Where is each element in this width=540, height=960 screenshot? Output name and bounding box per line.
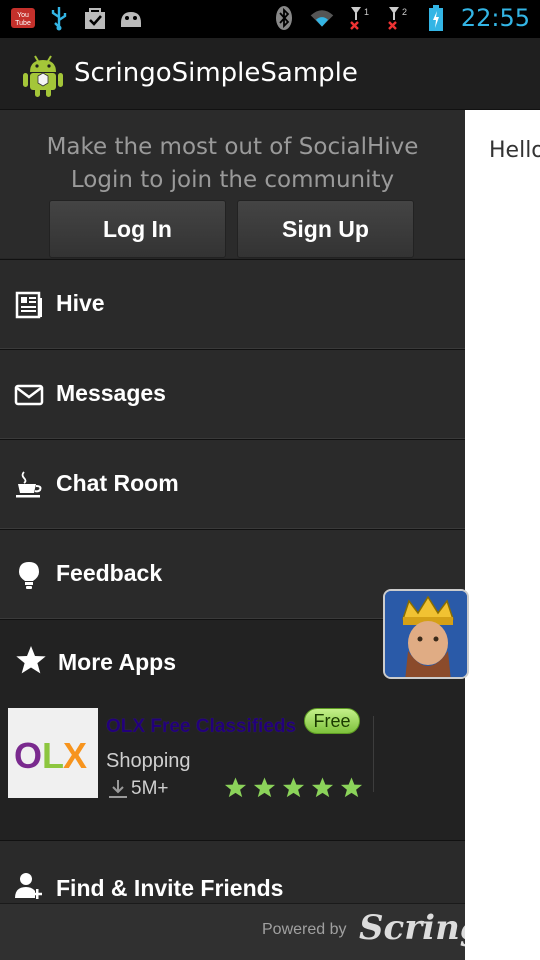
menu-item-hive[interactable]: Hive bbox=[0, 259, 465, 349]
usb-icon bbox=[46, 5, 72, 31]
svg-text:X: X bbox=[63, 735, 87, 776]
wifi-icon bbox=[309, 5, 335, 31]
login-prompt: Make the most out of SocialHive Login to… bbox=[0, 110, 465, 258]
menu-item-find-invite-friends[interactable]: Find & Invite Friends bbox=[0, 840, 465, 910]
rating-star-icon bbox=[224, 777, 247, 798]
powered-by-footer: Powered by Scringo bbox=[0, 903, 465, 960]
hello-text: Hello bbox=[489, 138, 540, 163]
main-content: Hello bbox=[465, 110, 540, 960]
rating-star-icon bbox=[253, 777, 276, 798]
battery-icon bbox=[423, 5, 449, 31]
shopping-bag-icon bbox=[82, 5, 108, 31]
more-apps-title: More Apps bbox=[58, 649, 176, 675]
app-category: Shopping bbox=[106, 750, 191, 772]
rating-star-icon bbox=[282, 777, 305, 798]
menu-label-chat-room: Chat Room bbox=[56, 470, 179, 496]
app-card-olx[interactable]: O L X OLX Free Classifieds Free Shopping… bbox=[8, 698, 373, 799]
menu-item-chat-room[interactable]: Chat Room bbox=[0, 439, 465, 529]
svg-text:You: You bbox=[17, 12, 29, 19]
powered-by-text: Powered by bbox=[262, 921, 347, 938]
system-icons: 1 2 22:55 bbox=[271, 4, 530, 32]
download-icon bbox=[108, 778, 128, 800]
menu-item-messages[interactable]: Messages bbox=[0, 349, 465, 439]
app-name: OLX Free Classifieds bbox=[106, 716, 297, 737]
olx-logo: O L X bbox=[8, 708, 98, 798]
svg-text:Tube: Tube bbox=[15, 20, 31, 27]
free-badge: Free bbox=[304, 708, 360, 734]
app-title: ScringoSimpleSample bbox=[74, 58, 358, 88]
download-count: 5M+ bbox=[131, 778, 169, 799]
menu-label-feedback: Feedback bbox=[56, 560, 163, 586]
svg-text:1: 1 bbox=[364, 7, 369, 17]
svg-text:L: L bbox=[42, 735, 64, 776]
login-prompt-line1: Make the most out of SocialHive bbox=[46, 134, 419, 160]
login-prompt-line2: Login to join the community bbox=[70, 167, 395, 193]
newspaper-icon bbox=[14, 290, 46, 322]
svg-text:2: 2 bbox=[402, 7, 407, 17]
rating-star-icon bbox=[340, 777, 363, 798]
lightbulb-icon bbox=[14, 560, 46, 592]
signal-1-icon: 1 bbox=[347, 5, 373, 31]
coffee-cup-icon bbox=[14, 470, 46, 502]
signal-2-icon: 2 bbox=[385, 5, 411, 31]
status-bar: You Tube 1 2 22:55 bbox=[0, 0, 540, 38]
android-debug-icon bbox=[118, 5, 144, 31]
log-in-button[interactable]: Log In bbox=[49, 200, 226, 258]
bluetooth-icon bbox=[271, 5, 297, 31]
scringo-logo[interactable]: Scringo bbox=[359, 908, 465, 948]
app-thumbnail-game[interactable] bbox=[383, 589, 469, 679]
navigation-drawer: Make the most out of SocialHive Login to… bbox=[0, 110, 465, 960]
envelope-icon bbox=[14, 380, 46, 412]
action-bar: ScringoSimpleSample bbox=[0, 38, 540, 110]
clock: 22:55 bbox=[460, 4, 530, 32]
sign-up-button[interactable]: Sign Up bbox=[237, 200, 414, 258]
menu-label-hive: Hive bbox=[56, 290, 105, 316]
app-divider bbox=[373, 716, 374, 792]
rating-stars bbox=[224, 776, 363, 799]
rating-star-icon bbox=[311, 777, 334, 798]
youtube-icon: You Tube bbox=[10, 5, 36, 31]
star-icon bbox=[15, 644, 47, 676]
android-app-icon[interactable] bbox=[22, 52, 64, 98]
notification-icons: You Tube bbox=[10, 5, 144, 31]
add-person-icon bbox=[14, 871, 46, 903]
find-friends-label: Find & Invite Friends bbox=[56, 875, 284, 901]
svg-text:O: O bbox=[14, 735, 42, 776]
menu-label-messages: Messages bbox=[56, 380, 166, 406]
